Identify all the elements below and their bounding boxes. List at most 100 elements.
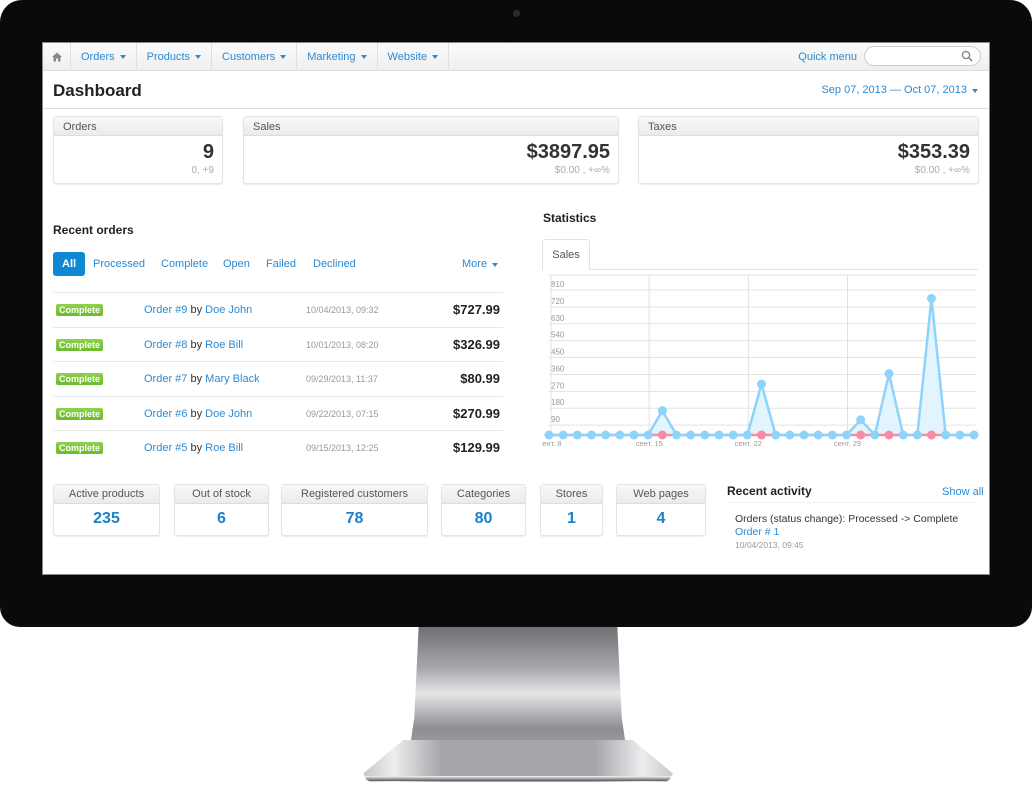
page-title: Dashboard [53,81,142,100]
data-point-sales [544,430,554,440]
data-point-previous [856,430,866,440]
orders-list: Complete Order #9 by Doe John 10/04/2013… [53,292,503,465]
order-amount: $326.99 [453,336,500,352]
data-point-sales [629,430,639,440]
kpi-change: 0, +9 [191,165,214,176]
data-point-previous [884,430,894,440]
chevron-down-icon [195,54,202,59]
customer-link[interactable]: Roe Bill [205,339,243,351]
quick-menu-link[interactable]: Quick menu [798,51,857,63]
data-point-sales [587,430,596,440]
status-badge: Complete [56,407,104,420]
nav-marketing[interactable]: Marketing [297,43,378,71]
kpi-change: $0.00 , +∞% [914,165,970,176]
counter-label: Registered customers [282,485,427,504]
activity-order-link[interactable]: Order # 1 [735,526,977,538]
data-point-previous [757,430,766,440]
status-badge: Complete [56,304,104,316]
customer-link[interactable]: Roe Bill [205,442,243,454]
show-all-link[interactable]: Show all [942,486,984,498]
date-range-picker[interactable]: Sep 07, 2013 — Oct 07, 2013 [821,84,978,96]
nav-customers[interactable]: Customers [212,43,298,71]
filter-complete[interactable]: Complete [161,252,208,276]
customer-link[interactable]: Doe John [205,408,252,420]
kpi-sales: Sales $3897.95 $0.00 , +∞% [243,116,619,184]
x-tick-label: сент. 15 [636,439,663,448]
nav-home-button[interactable] [43,43,71,71]
filter-open[interactable]: Open [223,252,250,276]
filter-all[interactable]: All [53,252,86,276]
order-row: Complete Order #7 by Mary Black 09/29/20… [53,361,503,396]
page-header: Dashboard Sep 07, 2013 — Oct 07, 2013 [43,71,989,109]
data-point-previous [927,430,936,440]
data-point-sales [672,430,681,440]
counter-value: 1 [567,510,576,527]
counter-value: 4 [656,510,666,527]
activity-item: Orders (status change): Processed -> Com… [727,502,977,550]
y-tick-label: 360 [551,364,565,373]
filter-processed[interactable]: Processed [93,252,145,276]
y-tick-label: 540 [551,331,565,340]
data-point-sales [912,430,922,440]
nav-orders[interactable]: Orders [71,43,137,71]
tab-sales[interactable]: Sales [542,239,590,270]
data-point-sales [757,379,766,389]
counter-out-of-stock[interactable]: Out of stock 6 [174,484,269,536]
counter-categories[interactable]: Categories 80 [441,484,526,536]
filter-failed[interactable]: Failed [266,252,296,276]
order-date: 10/04/2013, 09:32 [306,305,379,315]
counter-value: 6 [217,510,226,527]
order-link[interactable]: Order #6 [144,408,187,420]
data-point-sales [558,430,568,440]
data-point-sales [799,430,809,440]
customer-link[interactable]: Mary Black [205,373,259,385]
data-point-sales [884,369,894,379]
data-point-sales [572,430,582,440]
order-link[interactable]: Order #5 [144,442,187,454]
order-row: Complete Order #8 by Roe Bill 10/01/2013… [53,326,503,362]
nav-website[interactable]: Website [378,43,450,71]
customer-link[interactable]: Doe John [205,304,252,316]
counter-web-pages[interactable]: Web pages 4 [616,484,706,536]
kpi-taxes: Taxes $353.39 $0.00 , +∞% [638,116,979,184]
counter-label: Out of stock [175,485,268,504]
data-point-sales [856,415,866,425]
chevron-down-icon [280,54,287,59]
counter-active-products[interactable]: Active products 235 [53,484,160,536]
data-point-sales [969,430,979,440]
kpi-value: $3897.95 [526,141,610,163]
nav-products[interactable]: Products [137,43,213,71]
counter-registered-customers[interactable]: Registered customers 78 [281,484,428,536]
data-point-sales [813,430,823,440]
order-link[interactable]: Order #8 [144,339,187,351]
filter-declined[interactable]: Declined [313,252,356,276]
x-tick-label: сент. 29 [834,439,861,448]
y-tick-label: 450 [551,348,565,357]
kpi-label: Orders [54,117,222,136]
order-date: 10/01/2013, 08:20 [306,339,379,350]
series-area-sales [549,298,974,435]
data-point-sales [771,430,781,440]
search-box [864,46,981,66]
counter-label: Active products [54,485,159,504]
data-point-sales [827,430,837,440]
order-link[interactable]: Order #9 [144,304,187,316]
screen: Orders Products Customers Marketing Webs… [42,42,990,575]
search-input[interactable] [873,48,963,66]
monitor-stand [410,627,626,747]
order-amount: $80.99 [460,371,500,386]
data-point-sales [657,406,667,416]
data-point-sales [714,430,724,440]
order-link[interactable]: Order #7 [144,373,187,385]
monitor-stand-edge [365,776,671,781]
counter-label: Stores [541,485,602,504]
counter-stores[interactable]: Stores 1 [540,484,603,536]
status-badge: Complete [56,442,104,454]
data-point-sales [898,430,908,440]
more-filters-button[interactable]: More [462,252,499,276]
y-tick-label: 810 [551,280,565,289]
order-row: Complete Order #9 by Doe John 10/04/2013… [53,292,503,327]
search-icon[interactable] [961,50,973,62]
kpi-change: $0.00 , +∞% [554,165,610,176]
kpi-value: $353.39 [897,141,970,163]
